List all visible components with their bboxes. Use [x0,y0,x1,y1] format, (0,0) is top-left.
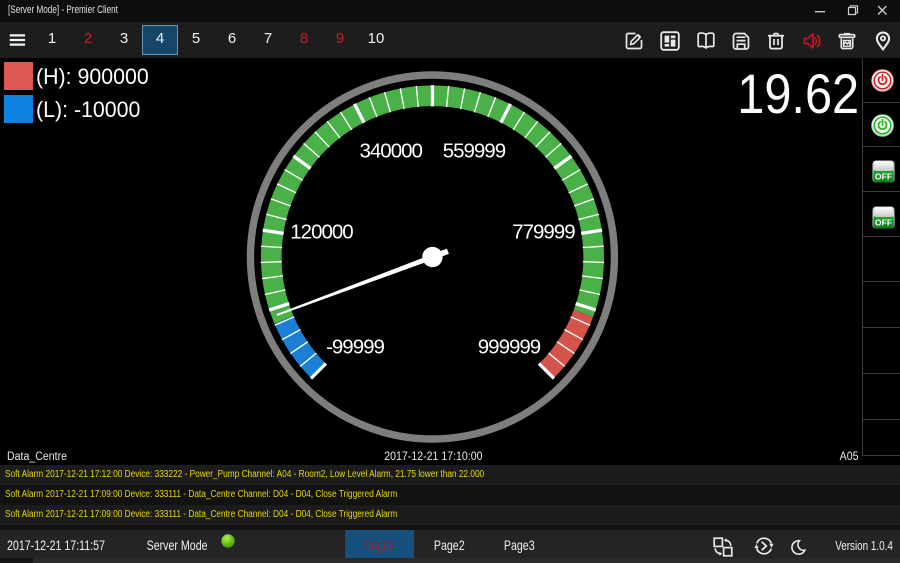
svg-text:559999: 559999 [443,140,506,163]
svg-text:340000: 340000 [359,140,422,163]
svg-text:OFF: OFF [874,218,891,228]
svg-text:999999: 999999 [478,336,541,359]
svg-text:-99999: -99999 [326,336,384,359]
svg-text:OFF: OFF [874,172,891,182]
svg-text:120000: 120000 [290,221,353,244]
svg-text:779999: 779999 [512,221,575,244]
